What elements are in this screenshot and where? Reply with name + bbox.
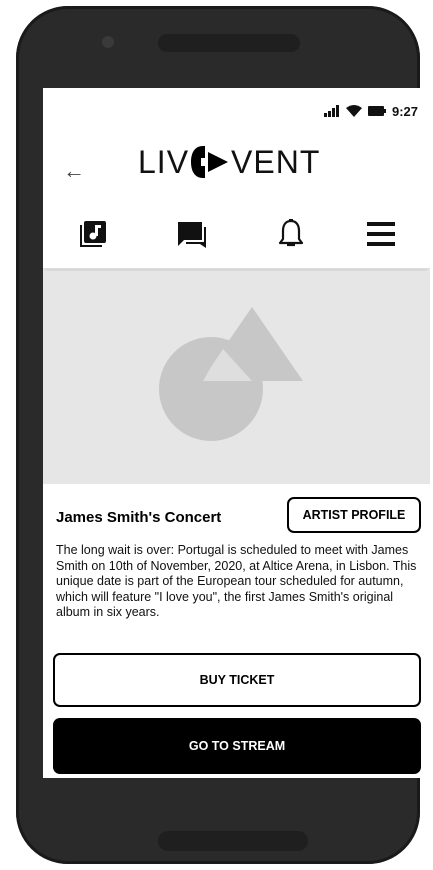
wifi-icon [345, 105, 362, 117]
music-library-icon[interactable] [77, 218, 109, 250]
status-time: 9:27 [391, 103, 418, 119]
logo-text-prefix: LIV [138, 143, 190, 180]
event-title-row: James Smith's Concert ARTIST PROFILE [43, 494, 430, 538]
app-header: ← LIV VENT [43, 128, 430, 198]
battery-icon [367, 106, 386, 116]
bell-icon[interactable] [275, 218, 307, 250]
chat-icon[interactable] [176, 218, 208, 250]
camera [102, 36, 114, 48]
speaker-mark-icon [191, 146, 229, 178]
nav-bar [43, 198, 430, 269]
app-logo: LIV VENT [138, 140, 320, 184]
logo-text-suffix: VENT [231, 143, 321, 180]
go-to-stream-button[interactable]: GO TO STREAM [53, 718, 421, 774]
event-description: The long wait is over: Portugal is sched… [56, 543, 417, 619]
home-bar [158, 831, 308, 851]
artist-profile-button[interactable]: ARTIST PROFILE [287, 497, 421, 533]
buy-ticket-button[interactable]: BUY TICKET [53, 653, 421, 707]
image-placeholder-icon [159, 307, 303, 441]
event-image [43, 271, 430, 484]
status-bar: 9:27 [323, 102, 418, 120]
signal-icon [323, 105, 339, 117]
app-screen: 9:27 ← LIV VENT James Smith's Concert AR… [43, 88, 430, 778]
earpiece-speaker [158, 34, 300, 52]
event-title: James Smith's Concert [56, 509, 222, 526]
menu-icon[interactable] [365, 218, 397, 250]
arrow-left-icon[interactable]: ← [63, 160, 85, 182]
